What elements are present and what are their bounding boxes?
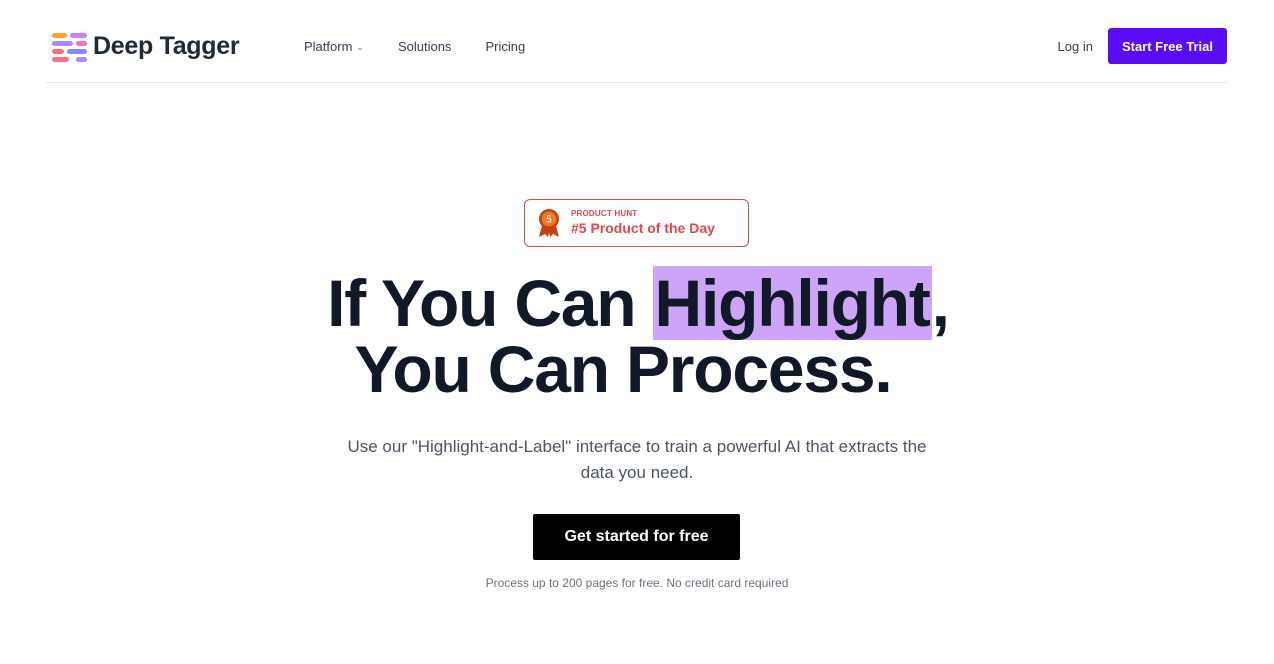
badge-text: PRODUCT HUNT #5 Product of the Day [571,209,715,236]
nav-item-platform[interactable]: Platform ⌄ [304,39,364,54]
nav-item-solutions[interactable]: Solutions [398,39,451,54]
headline-part: , [931,266,950,340]
free-tier-note: Process up to 200 pages for free. No cre… [485,576,789,590]
login-link[interactable]: Log in [1058,39,1093,54]
stacked-bars-logo-icon [52,32,87,62]
get-started-button[interactable]: Get started for free [533,514,740,560]
hero-headline: If You Can Highlight, You Can Process. [0,266,1274,406]
main-menu: Platform ⌄ Solutions Pricing [304,28,525,64]
badge-rank: 5 [546,215,552,226]
headline-part: If You Can [327,266,653,340]
nav-item-label: Pricing [485,38,526,54]
nav-actions: Log in Start Free Trial [1058,28,1227,64]
brand-name: Deep Tagger [93,31,240,60]
nav-divider [46,82,1227,83]
nav-item-label: Platform [304,38,353,54]
brand-logo[interactable]: Deep Tagger [52,30,240,62]
hero-subtitle: Use our "Highlight-and-Label" interface … [347,437,927,482]
badge-title: #5 Product of the Day [571,220,715,236]
nav-item-pricing[interactable]: Pricing [485,39,525,54]
product-hunt-badge[interactable]: 5 PRODUCT HUNT #5 Product of the Day [524,199,749,247]
headline-line-2: You Can Process. [354,332,892,406]
chevron-down-icon: ⌄ [356,41,364,52]
nav-item-label: Solutions [397,38,452,54]
badge-kicker: PRODUCT HUNT [571,209,638,218]
headline-highlight: Highlight [652,266,932,340]
start-free-trial-button[interactable]: Start Free Trial [1107,28,1227,64]
medal-icon: 5 [539,209,559,237]
headline-line-1: If You Can Highlight, [0,266,1274,340]
nav-bar: Deep Tagger Platform ⌄ Solutions Pricing… [46,28,1227,64]
